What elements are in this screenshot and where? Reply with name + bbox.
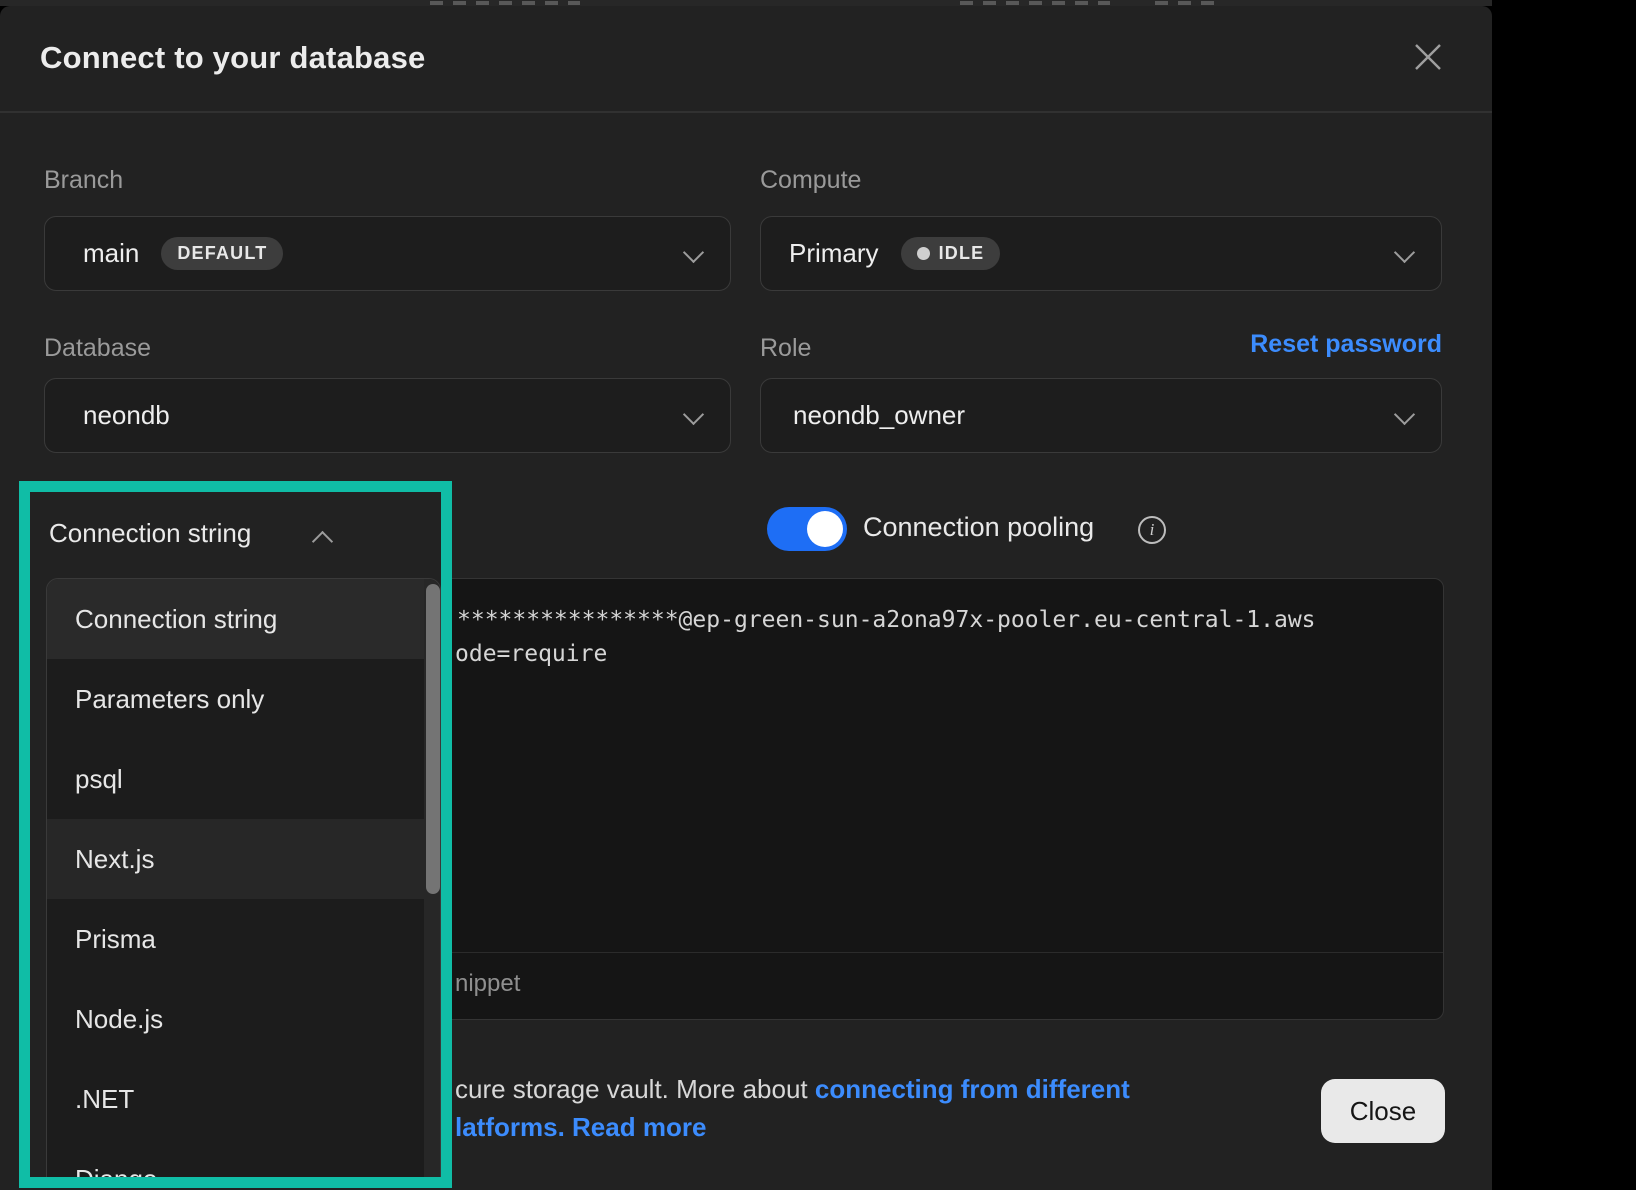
chevron-down-icon [683,242,704,263]
read-more-link[interactable]: latforms. Read more [455,1112,706,1142]
chevron-down-icon [1394,242,1415,263]
role-value: neondb_owner [793,400,965,431]
branch-label: Branch [44,166,123,195]
close-button[interactable]: Close [1321,1079,1445,1143]
dropdown-item-psql[interactable]: psql [47,739,424,819]
dropdown-item-django[interactable]: Django [47,1139,424,1188]
dropdown-item-parameters-only[interactable]: Parameters only [47,659,424,739]
compute-label: Compute [760,166,861,195]
compute-select[interactable]: Primary IDLE [760,216,1442,291]
role-select[interactable]: neondb_owner [760,378,1442,453]
branch-value: main [83,238,139,269]
connection-string-dropdown: Connection string Parameters only psql N… [46,578,441,1188]
chevron-down-icon [1394,404,1415,425]
header-divider [0,111,1492,113]
dropdown-item-nodejs[interactable]: Node.js [47,979,424,1059]
clipped-background-text [960,1,1110,5]
branch-default-badge: DEFAULT [161,237,283,270]
storage-note-line2: latforms. Read more [455,1112,706,1143]
connection-string-line2: ode=require [455,641,607,667]
storage-note-line1: cure storage vault. More about connectin… [455,1074,1130,1105]
dropdown-item-nextjs[interactable]: Next.js [47,819,424,899]
dialog-title: Connect to your database [40,40,425,76]
status-dot-icon [917,247,930,260]
screen: Connect to your database Branch main DEF… [0,0,1636,1190]
compute-idle-badge: IDLE [901,237,1001,270]
branch-select[interactable]: main DEFAULT [44,216,731,291]
dropdown-item-connection-string[interactable]: Connection string [47,579,424,659]
clipped-background-text [430,1,580,5]
note-text: cure storage vault. More about [455,1074,815,1104]
close-icon[interactable] [1410,39,1446,75]
compute-value: Primary [789,238,879,269]
connection-pooling-toggle[interactable] [767,507,847,551]
dropdown-item-dotnet[interactable]: .NET [47,1059,424,1139]
role-label: Role [760,334,811,363]
clipped-background-text [1155,1,1215,5]
annotation-highlight-box: Connection string Connection string Para… [19,481,452,1188]
chevron-up-icon [312,531,333,552]
connection-pooling-label: Connection pooling [863,512,1094,543]
database-label: Database [44,334,151,363]
info-icon[interactable]: i [1138,516,1166,544]
idle-badge-text: IDLE [939,243,985,264]
dropdown-item-prisma[interactable]: Prisma [47,899,424,979]
connection-string-line1: ****************@ep-green-sun-a2ona97x-p… [457,607,1316,633]
connecting-platforms-link[interactable]: connecting from different [815,1074,1130,1104]
chevron-down-icon [683,404,704,425]
database-value: neondb [83,400,170,431]
toggle-knob [807,511,843,547]
reset-password-link[interactable]: Reset password [1100,330,1442,359]
database-select[interactable]: neondb [44,378,731,453]
dropdown-scrollbar-thumb[interactable] [426,584,440,894]
code-snippet-toggle[interactable]: nippet [455,970,520,998]
connection-string-section-header[interactable]: Connection string [49,518,251,549]
